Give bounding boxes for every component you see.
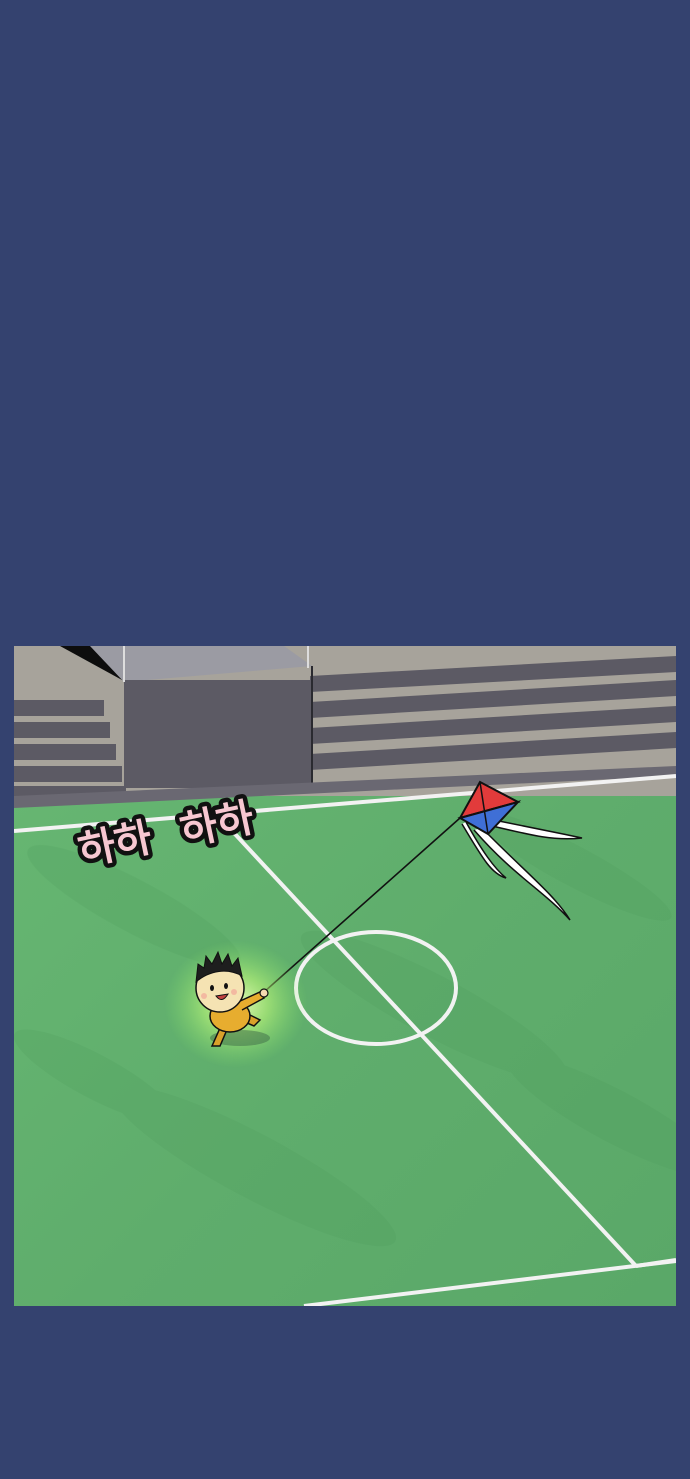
comic-panel: 하하 하하 [14, 646, 676, 1306]
webtoon-page: 하하 하하 [0, 0, 690, 1479]
panel-illustration: 하하 하하 [14, 646, 676, 1306]
